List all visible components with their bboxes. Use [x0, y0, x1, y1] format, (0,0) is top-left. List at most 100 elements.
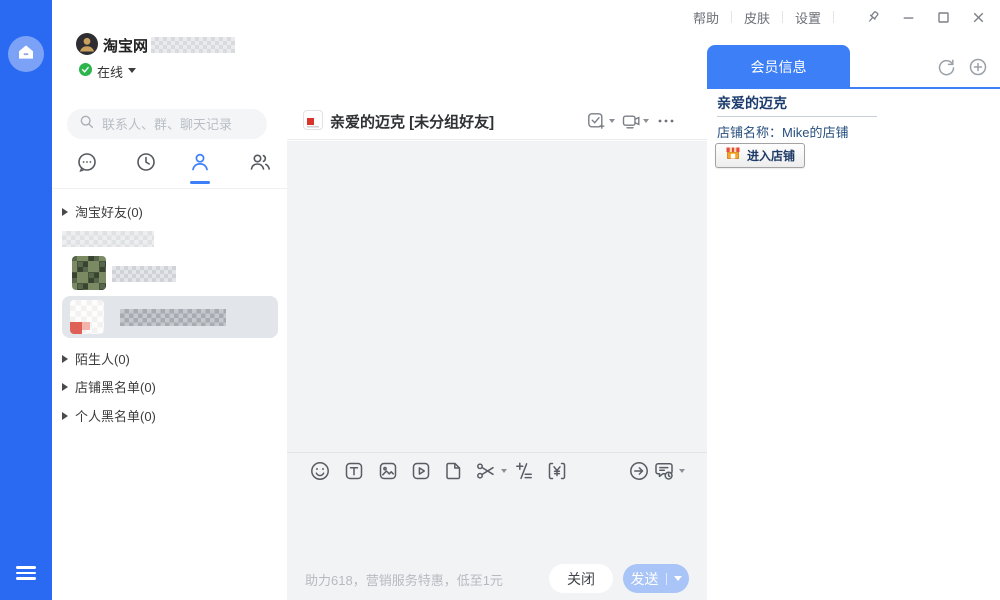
- member-info-panel: 会员信息 亲爱的迈克 店铺名称：Mike的店铺 进入店铺: [707, 0, 1000, 600]
- storefront-icon: [725, 145, 741, 166]
- chat-peer-avatar: [303, 110, 323, 130]
- search-box[interactable]: [67, 109, 267, 139]
- chat-history-button[interactable]: [653, 460, 675, 482]
- add-panel-button[interactable]: [968, 57, 988, 82]
- minimize-button[interactable]: [901, 10, 916, 25]
- skin-link[interactable]: 皮肤: [744, 8, 770, 27]
- collapsed-caret-icon: [62, 355, 68, 363]
- chat-title: 亲爱的迈克 [未分组好友]: [330, 111, 494, 132]
- status-selector[interactable]: 在线: [97, 62, 123, 81]
- home-icon: [17, 43, 35, 66]
- blurred-contact-name[interactable]: [112, 266, 176, 282]
- divider: [731, 11, 732, 23]
- play-video-icon: [410, 460, 432, 482]
- send-label: 发送: [631, 569, 659, 589]
- text-format-button[interactable]: [343, 460, 365, 482]
- tab-groups[interactable]: [248, 150, 272, 174]
- collapsed-caret-icon: [62, 383, 68, 391]
- shop-name-line: 店铺名称：Mike的店铺: [717, 122, 848, 141]
- divider: [717, 116, 877, 117]
- close-chat-button[interactable]: 关闭: [549, 564, 613, 593]
- refresh-button[interactable]: [936, 57, 956, 82]
- chevron-down-icon[interactable]: [679, 469, 685, 473]
- screenshot-button[interactable]: [475, 460, 497, 482]
- video-camera-icon: [621, 111, 641, 131]
- send-button[interactable]: 发送: [623, 564, 689, 593]
- refresh-icon: [936, 57, 956, 77]
- yuan-icon: [546, 460, 568, 482]
- chat-bubble-icon: [75, 150, 99, 174]
- pin-window-button[interactable]: [866, 10, 881, 25]
- arrow-circle-icon: [628, 460, 650, 482]
- divider: [287, 452, 707, 453]
- brand-label: 淘宝网: [103, 35, 148, 56]
- clock-icon: [134, 150, 158, 174]
- smiley-icon: [309, 460, 331, 482]
- video-button[interactable]: [410, 460, 432, 482]
- tab-contacts[interactable]: [188, 150, 212, 174]
- create-task-button[interactable]: [586, 111, 606, 136]
- tab-messages[interactable]: [75, 150, 99, 174]
- member-contact-name: 亲爱的迈克: [717, 93, 787, 113]
- forward-button[interactable]: [628, 460, 650, 482]
- enter-shop-label: 进入店铺: [747, 147, 795, 164]
- collapsed-caret-icon: [62, 208, 68, 216]
- payment-button[interactable]: [546, 460, 568, 482]
- chevron-down-icon[interactable]: [609, 119, 615, 123]
- group-personal-blacklist[interactable]: 个人黑名单(0): [62, 406, 156, 425]
- group-taobao-friends[interactable]: 淘宝好友(0): [62, 202, 143, 221]
- blurred-group-name[interactable]: [62, 231, 154, 247]
- file-icon: [443, 460, 465, 482]
- group-strangers[interactable]: 陌生人(0): [62, 349, 130, 368]
- blurred-contact-name: [120, 309, 226, 326]
- divider: [782, 11, 783, 23]
- selected-contact-row[interactable]: [62, 296, 278, 338]
- app-window: 帮助 皮肤 设置 淘宝网 在线: [0, 0, 1000, 600]
- more-options-button[interactable]: [656, 114, 676, 133]
- active-tab-indicator: [190, 181, 210, 184]
- maximize-button[interactable]: [936, 10, 951, 25]
- group-label: 个人黑名单(0): [75, 406, 156, 425]
- blurred-username: [151, 37, 235, 53]
- chat-panel: 亲爱的迈克 [未分组好友]: [287, 0, 707, 600]
- file-button[interactable]: [443, 460, 465, 482]
- left-rail: [0, 0, 52, 600]
- chevron-down-icon[interactable]: [501, 469, 507, 473]
- close-icon: [971, 10, 986, 25]
- promo-text: 助力618，营销服务特惠，低至1元: [305, 570, 503, 589]
- tab-recent[interactable]: [134, 150, 158, 174]
- chevron-down-icon[interactable]: [674, 576, 682, 581]
- home-button[interactable]: [8, 36, 44, 72]
- contact-avatar: [70, 300, 104, 334]
- enter-shop-button[interactable]: 进入店铺: [715, 143, 805, 168]
- user-avatar[interactable]: [76, 33, 98, 55]
- chevron-down-icon[interactable]: [128, 68, 136, 73]
- contact-avatar[interactable]: [72, 256, 106, 290]
- chat-message-area: 助力618，营销服务特惠，低至1元 关闭 发送: [287, 141, 707, 600]
- video-call-button[interactable]: [621, 111, 641, 136]
- close-button[interactable]: [971, 10, 986, 25]
- help-link[interactable]: 帮助: [693, 8, 719, 27]
- chevron-down-icon[interactable]: [643, 119, 649, 123]
- titlebar: 帮助 皮肤 设置: [693, 7, 986, 27]
- shop-name-value: Mike的店铺: [782, 125, 848, 140]
- tab-member-info[interactable]: 会员信息: [707, 45, 850, 89]
- group-label: 店铺黑名单(0): [75, 377, 156, 396]
- pin-icon: [866, 10, 881, 25]
- person-icon: [188, 150, 212, 174]
- quick-phrase-button[interactable]: [513, 460, 535, 482]
- emoji-button[interactable]: [309, 460, 331, 482]
- collapsed-caret-icon: [62, 412, 68, 420]
- text-icon: [343, 460, 365, 482]
- image-icon: [377, 460, 399, 482]
- image-button[interactable]: [377, 460, 399, 482]
- contacts-panel: 淘宝网 在线 淘宝好友(0): [52, 0, 287, 600]
- group-shop-blacklist[interactable]: 店铺黑名单(0): [62, 377, 156, 396]
- plus-circle-icon: [968, 57, 988, 77]
- settings-link[interactable]: 设置: [795, 8, 821, 27]
- people-icon: [248, 150, 272, 174]
- menu-icon: [16, 566, 36, 569]
- menu-button[interactable]: [16, 566, 36, 580]
- search-input[interactable]: [102, 117, 262, 132]
- maximize-icon: [936, 10, 951, 25]
